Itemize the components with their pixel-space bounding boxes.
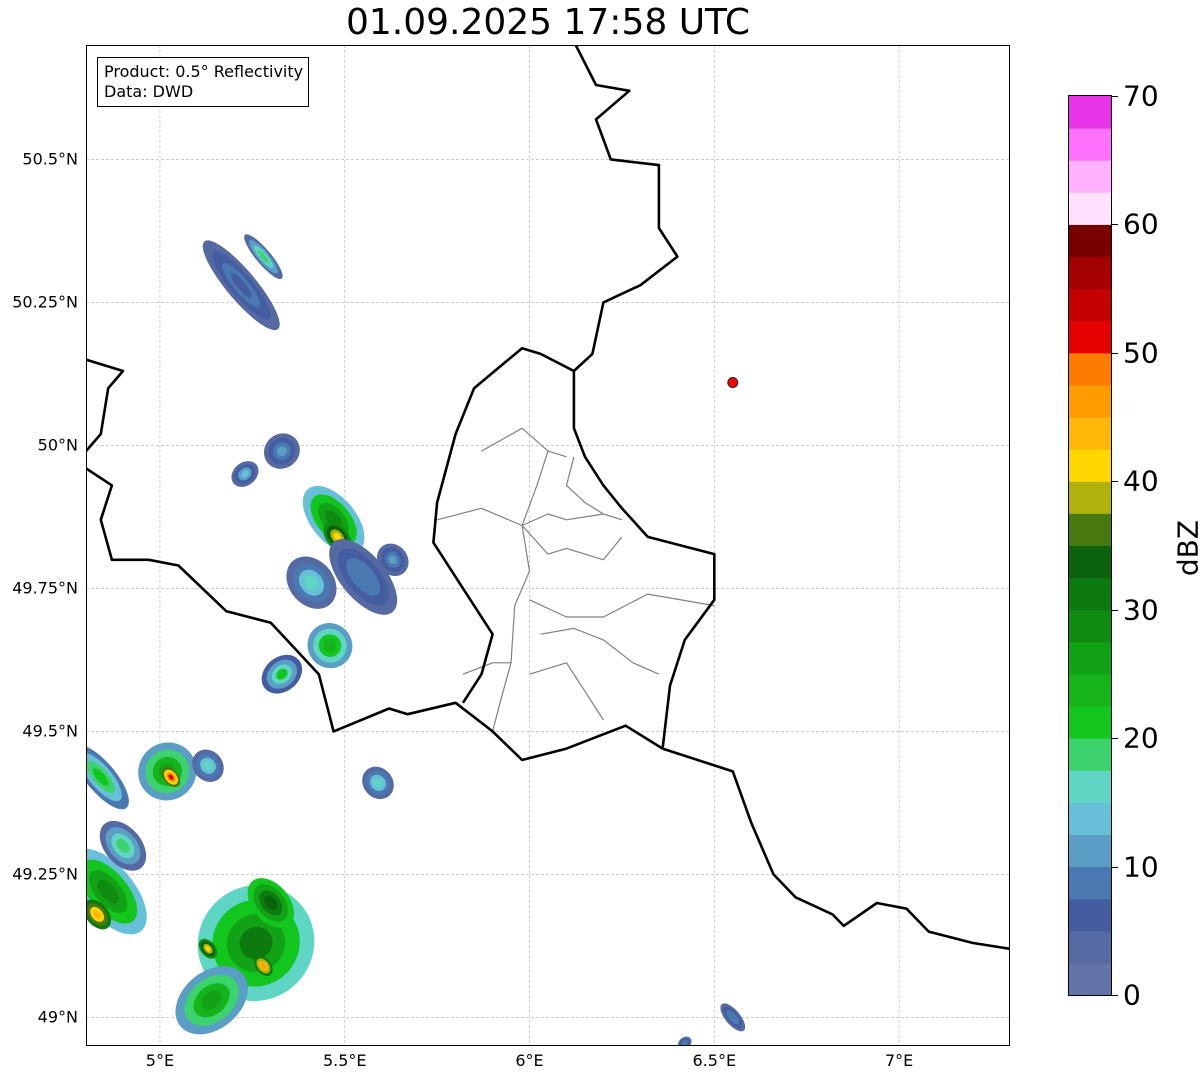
lat-label: 49.75°N bbox=[12, 578, 78, 598]
colorbar-tick-label: 20 bbox=[1123, 721, 1159, 755]
colorbar-tickmark bbox=[1112, 995, 1118, 996]
colorbar-tick-label: 70 bbox=[1123, 79, 1159, 113]
colorbar-swatch bbox=[1069, 545, 1111, 579]
colorbar-swatch bbox=[1069, 256, 1111, 290]
lat-label: 49°N bbox=[37, 1007, 78, 1027]
colorbar-swatch bbox=[1069, 320, 1111, 354]
colorbar-swatch bbox=[1069, 160, 1111, 193]
colorbar-label: dBZ bbox=[1171, 519, 1202, 577]
colorbar-tick-label: 50 bbox=[1123, 336, 1159, 370]
colorbar-swatch bbox=[1069, 834, 1111, 868]
colorbar-swatch bbox=[1069, 577, 1111, 611]
colorbar-swatch bbox=[1069, 384, 1111, 418]
colorbar-swatch bbox=[1069, 609, 1111, 643]
colorbar-swatch bbox=[1069, 224, 1111, 258]
colorbar bbox=[1068, 95, 1112, 996]
colorbar-tickmark bbox=[1112, 352, 1118, 354]
colorbar-swatch bbox=[1069, 898, 1111, 932]
lat-label: 49.5°N bbox=[22, 721, 78, 741]
colorbar-swatch bbox=[1069, 738, 1111, 771]
colorbar-swatch bbox=[1069, 288, 1111, 322]
data-source-label: Data: DWD bbox=[104, 82, 194, 101]
radar-site-marker[interactable] bbox=[727, 376, 739, 388]
colorbar-tickmark bbox=[1112, 481, 1118, 483]
lon-label: 5°E bbox=[145, 1051, 175, 1070]
colorbar-tick-label: 60 bbox=[1123, 207, 1159, 241]
colorbar-tick-label: 10 bbox=[1123, 850, 1159, 884]
colorbar-swatch bbox=[1069, 481, 1111, 514]
colorbar-tickmark bbox=[1112, 738, 1118, 740]
lat-label: 50°N bbox=[37, 435, 78, 455]
colorbar-tick-label: 30 bbox=[1123, 593, 1159, 627]
product-label: Product: 0.5° Reflectivity bbox=[104, 62, 304, 81]
colorbar-swatch bbox=[1069, 96, 1111, 129]
lat-label: 50.5°N bbox=[22, 149, 78, 169]
colorbar-tickmark bbox=[1112, 609, 1118, 611]
lat-label: 49.25°N bbox=[12, 864, 78, 884]
colorbar-swatch bbox=[1069, 962, 1111, 995]
colorbar-swatch bbox=[1069, 866, 1111, 900]
radar-map[interactable] bbox=[86, 45, 1010, 1046]
colorbar-tickmark bbox=[1112, 866, 1118, 868]
colorbar-swatch bbox=[1069, 128, 1111, 161]
lon-label: 7°E bbox=[884, 1051, 914, 1070]
colorbar-swatch bbox=[1069, 352, 1111, 386]
lon-label: 6.5°E bbox=[692, 1051, 737, 1070]
lon-label: 5.5°E bbox=[322, 1051, 367, 1070]
colorbar-tick-label: 0 bbox=[1123, 978, 1141, 1012]
colorbar-swatch bbox=[1069, 449, 1111, 482]
lon-label: 6°E bbox=[515, 1051, 544, 1070]
colorbar-tick-label: 40 bbox=[1123, 464, 1159, 498]
colorbar-swatch bbox=[1069, 930, 1111, 964]
colorbar-swatch bbox=[1069, 641, 1111, 675]
info-box: Product: 0.5° Reflectivity Data: DWD bbox=[97, 57, 310, 107]
colorbar-swatches bbox=[1069, 96, 1111, 995]
colorbar-tickmark bbox=[1112, 224, 1118, 226]
colorbar-swatch bbox=[1069, 706, 1111, 739]
lat-label: 50.25°N bbox=[12, 292, 78, 312]
map-title: 01.09.2025 17:58 UTC bbox=[345, 2, 751, 43]
colorbar-swatch bbox=[1069, 513, 1111, 546]
colorbar-swatch bbox=[1069, 673, 1111, 707]
colorbar-swatch bbox=[1069, 417, 1111, 450]
colorbar-swatch bbox=[1069, 192, 1111, 225]
colorbar-swatch bbox=[1069, 802, 1111, 835]
colorbar-swatch bbox=[1069, 770, 1111, 803]
colorbar-tickmark bbox=[1112, 96, 1118, 97]
